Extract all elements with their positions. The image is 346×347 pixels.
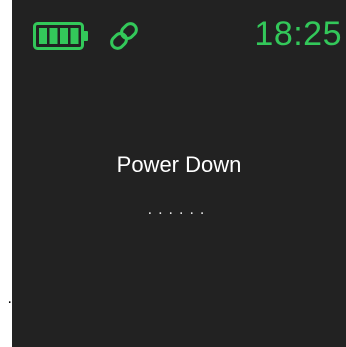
status-bar: 18:25: [12, 0, 346, 70]
link-icon: [106, 19, 142, 53]
progress-dots: ......: [147, 201, 211, 218]
edge-dot: .: [7, 290, 12, 307]
power-down-message: Power Down: [116, 152, 242, 177]
battery-full-icon: [33, 22, 90, 50]
clock-time: 18:25: [254, 15, 342, 53]
device-screen: 18:25 Power Down ......: [12, 0, 346, 347]
